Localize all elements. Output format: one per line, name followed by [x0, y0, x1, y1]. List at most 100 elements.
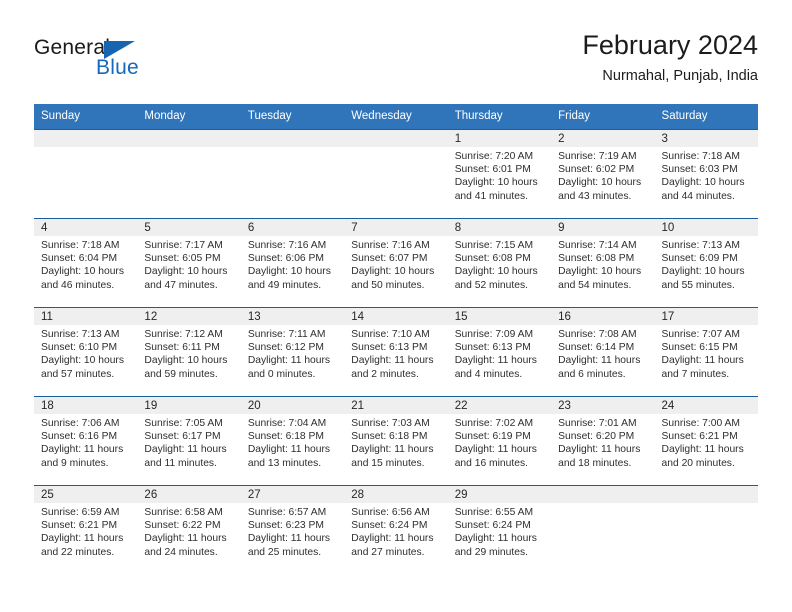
day-cell-13[interactable]: 13 Sunrise: 7:11 AM Sunset: 6:12 PM Dayligh…: [240, 308, 345, 396]
sunrise-text: Sunrise: 7:06 AM: [41, 418, 120, 429]
calendar-weeks: 1 Sunrise: 7:20 AM Sunset: 6:01 PM Daylight…: [34, 129, 758, 574]
day-number: 23: [558, 399, 571, 412]
sunset-text: Sunset: 6:18 PM: [351, 431, 428, 443]
sunset-text: Sunset: 6:22 PM: [144, 520, 221, 532]
day-cell-4[interactable]: 4 Sunrise: 7:18 AM Sunset: 6:04 PM Daylight…: [34, 219, 138, 307]
day-cell-21[interactable]: 21 Sunrise: 7:03 AM Sunset: 6:18 PM Dayligh…: [344, 397, 448, 485]
sunrise-text: Sunrise: 6:59 AM: [41, 507, 120, 518]
day-info: Sunrise: 6:58 AM Sunset: 6:22 PM Daylight:…: [137, 503, 240, 559]
day-cell-22[interactable]: 22 Sunrise: 7:02 AM Sunset: 6:19 PM Dayligh…: [447, 397, 552, 485]
day-number: 8: [454, 221, 462, 234]
day-number-band: [137, 130, 241, 147]
daylight-text-line2: and 11 minutes.: [144, 457, 217, 469]
daylight-text-line2: and 9 minutes.: [41, 457, 109, 469]
sunrise-text: Sunrise: 7:18 AM: [41, 240, 120, 251]
day-number-band: 27: [240, 486, 345, 503]
daylight-text-line2: and 16 minutes.: [454, 457, 528, 469]
day-cell-8[interactable]: 8 Sunrise: 7:15 AM Sunset: 6:08 PM Daylight…: [447, 219, 552, 307]
sunrise-text: Sunrise: 7:12 AM: [144, 329, 223, 340]
daylight-text-line2: and 24 minutes.: [144, 546, 218, 558]
day-cell-3[interactable]: 3 Sunrise: 7:18 AM Sunset: 6:03 PM Daylight…: [654, 130, 758, 218]
daylight-text-line1: Daylight: 11 hours: [247, 444, 331, 456]
day-cell-17[interactable]: 17 Sunrise: 7:07 AM Sunset: 6:15 PM Dayligh…: [654, 308, 758, 396]
day-number-band: 20: [240, 397, 345, 414]
daylight-text-line2: and 59 minutes.: [144, 368, 218, 380]
day-number: 11: [41, 310, 53, 323]
daylight-text-line2: and 0 minutes.: [247, 368, 316, 380]
day-number: 14: [351, 310, 365, 323]
day-cell-12[interactable]: 12 Sunrise: 7:12 AM Sunset: 6:11 PM Dayligh…: [137, 308, 241, 396]
day-number: 24: [661, 399, 675, 412]
day-cell-20[interactable]: 20 Sunrise: 7:04 AM Sunset: 6:18 PM Dayligh…: [240, 397, 345, 485]
daylight-text-line1: Daylight: 10 hours: [41, 355, 124, 367]
day-cell-14[interactable]: 14 Sunrise: 7:10 AM Sunset: 6:13 PM Dayligh…: [344, 308, 448, 396]
sunset-text: Sunset: 6:21 PM: [41, 520, 118, 532]
calendar-grid: Sunday Monday Tuesday Wednesday Thursday Frid…: [34, 104, 758, 574]
daylight-text-line1: Daylight: 10 hours: [558, 266, 642, 278]
day-cell-1[interactable]: 1 Sunrise: 7:20 AM Sunset: 6:01 PM Daylight…: [447, 130, 552, 218]
day-number: 27: [247, 488, 261, 501]
day-number: 21: [351, 399, 365, 412]
day-number-band: 10: [654, 219, 758, 236]
day-number-band: 29: [447, 486, 552, 503]
day-cell-16[interactable]: 16 Sunrise: 7:08 AM Sunset: 6:14 PM Dayligh…: [551, 308, 655, 396]
day-cell-15[interactable]: 15 Sunrise: 7:09 AM Sunset: 6:13 PM Dayligh…: [447, 308, 552, 396]
sunrise-text: Sunrise: 7:11 AM: [247, 329, 326, 340]
sunset-text: Sunset: 6:05 PM: [144, 253, 221, 265]
general-blue-logo[interactable]: General Blue: [34, 36, 264, 92]
day-info: Sunrise: 7:17 AM Sunset: 6:05 PM Daylight:…: [137, 236, 240, 292]
day-info: Sunrise: 7:07 AM Sunset: 6:15 PM Daylight:…: [655, 325, 758, 381]
daylight-text-line2: and 46 minutes.: [41, 279, 115, 291]
daylight-text-line2: and 43 minutes.: [558, 190, 632, 202]
day-info: Sunrise: 7:18 AM Sunset: 6:03 PM Daylight:…: [655, 147, 758, 203]
day-cell-28[interactable]: 28 Sunrise: 6:56 AM Sunset: 6:24 PM Dayligh…: [344, 486, 448, 574]
daylight-text-line2: and 29 minutes.: [454, 546, 528, 558]
day-info: Sunrise: 7:02 AM Sunset: 6:19 PM Daylight:…: [448, 414, 551, 470]
day-cell-10[interactable]: 10 Sunrise: 7:13 AM Sunset: 6:09 PM Dayligh…: [654, 219, 758, 307]
day-number: 26: [144, 488, 158, 501]
day-cell-7[interactable]: 7 Sunrise: 7:16 AM Sunset: 6:07 PM Daylight…: [344, 219, 448, 307]
sunset-text: Sunset: 6:13 PM: [454, 342, 531, 354]
day-cell-29[interactable]: 29 Sunrise: 6:55 AM Sunset: 6:24 PM Dayligh…: [447, 486, 552, 574]
day-number: 10: [661, 221, 675, 234]
daylight-text-line1: Daylight: 10 hours: [558, 177, 642, 189]
sunrise-text: Sunrise: 7:01 AM: [558, 418, 637, 429]
day-info: Sunrise: 7:14 AM Sunset: 6:08 PM Daylight:…: [551, 236, 654, 292]
daylight-text-line1: Daylight: 10 hours: [41, 266, 124, 278]
sunset-text: Sunset: 6:08 PM: [454, 253, 531, 265]
daylight-text-line1: Daylight: 11 hours: [661, 355, 744, 367]
sunrise-text: Sunrise: 7:02 AM: [454, 418, 534, 429]
day-cell-2[interactable]: 2 Sunrise: 7:19 AM Sunset: 6:02 PM Daylight…: [551, 130, 655, 218]
day-cell-9[interactable]: 9 Sunrise: 7:14 AM Sunset: 6:08 PM Daylight…: [551, 219, 655, 307]
daylight-text-line1: Daylight: 10 hours: [454, 266, 538, 278]
day-number-band: 26: [137, 486, 241, 503]
sunrise-text: Sunrise: 7:13 AM: [661, 240, 740, 251]
sunrise-text: Sunrise: 7:17 AM: [144, 240, 223, 251]
sunset-text: Sunset: 6:06 PM: [247, 253, 324, 265]
day-info: Sunrise: 7:04 AM Sunset: 6:18 PM Daylight:…: [241, 414, 344, 470]
day-info: Sunrise: 7:08 AM Sunset: 6:14 PM Daylight:…: [551, 325, 654, 381]
day-number: 3: [661, 132, 668, 145]
day-number-band: 23: [551, 397, 655, 414]
location-subtitle: Nurmahal, Punjab, India: [602, 68, 758, 84]
daylight-text-line2: and 18 minutes.: [558, 457, 632, 469]
day-cell-27[interactable]: 27 Sunrise: 6:57 AM Sunset: 6:23 PM Dayligh…: [240, 486, 345, 574]
day-cell-23[interactable]: 23 Sunrise: 7:01 AM Sunset: 6:20 PM Dayligh…: [551, 397, 655, 485]
daylight-text-line1: Daylight: 11 hours: [661, 444, 744, 456]
weekday-header-sunday: Sunday: [41, 110, 81, 122]
page-header: General Blue February 2024 Nurmahal, Pun…: [34, 28, 758, 96]
day-cell-26[interactable]: 26 Sunrise: 6:58 AM Sunset: 6:22 PM Dayligh…: [137, 486, 241, 574]
weekday-header-row: Sunday Monday Tuesday Wednesday Thursday Frid…: [34, 104, 758, 129]
daylight-text-line2: and 44 minutes.: [661, 190, 735, 202]
day-cell-5[interactable]: 5 Sunrise: 7:17 AM Sunset: 6:05 PM Daylight…: [137, 219, 241, 307]
day-cell-19[interactable]: 19 Sunrise: 7:05 AM Sunset: 6:17 PM Dayligh…: [137, 397, 241, 485]
day-cell-25[interactable]: 25 Sunrise: 6:59 AM Sunset: 6:21 PM Dayligh…: [34, 486, 138, 574]
daylight-text-line2: and 25 minutes.: [247, 546, 322, 558]
day-number: 6: [247, 221, 255, 234]
day-cell-11[interactable]: 11 Sunrise: 7:13 AM Sunset: 6:10 PM Dayligh…: [34, 308, 138, 396]
day-number-band: 5: [137, 219, 241, 236]
day-cell-18[interactable]: 18 Sunrise: 7:06 AM Sunset: 6:16 PM Dayligh…: [34, 397, 138, 485]
day-cell-24[interactable]: 24 Sunrise: 7:00 AM Sunset: 6:21 PM Dayligh…: [654, 397, 758, 485]
day-cell-6[interactable]: 6 Sunrise: 7:16 AM Sunset: 6:06 PM Daylight…: [240, 219, 345, 307]
day-info: Sunrise: 7:01 AM Sunset: 6:20 PM Daylight:…: [551, 414, 654, 470]
